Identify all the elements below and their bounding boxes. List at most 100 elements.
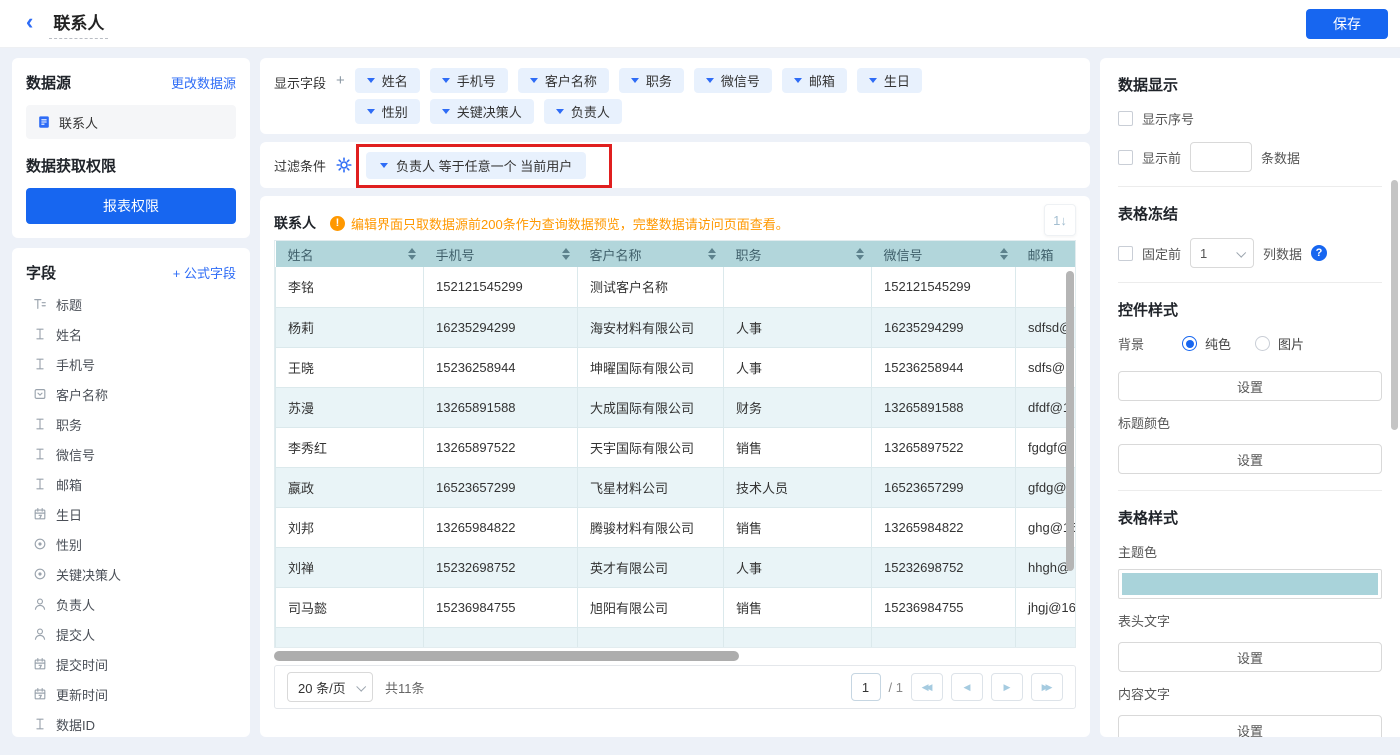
field-item[interactable]: 提交时间 bbox=[26, 649, 236, 679]
field-item[interactable]: 提交人 bbox=[26, 619, 236, 649]
table-cell: 海安材料有限公司 bbox=[578, 307, 724, 347]
back-icon[interactable]: ‹ bbox=[26, 11, 33, 33]
column-header[interactable]: 职务 bbox=[724, 241, 872, 267]
table-row[interactable]: 嬴政16523657299飞星材料公司技术人员16523657299gfdg@1 bbox=[276, 467, 1077, 507]
save-button[interactable]: 保存 bbox=[1306, 9, 1388, 39]
show-first-count-input[interactable] bbox=[1190, 142, 1252, 172]
formula-field-link[interactable]: + 公式字段 bbox=[173, 263, 236, 282]
freeze-checkbox[interactable] bbox=[1118, 246, 1133, 261]
add-display-field-icon[interactable]: + bbox=[336, 68, 345, 124]
display-field-tag[interactable]: 姓名 bbox=[355, 68, 420, 93]
text-icon bbox=[32, 477, 47, 492]
display-field-tag[interactable]: 微信号 bbox=[694, 68, 772, 93]
next-page-button[interactable]: ▶ bbox=[991, 673, 1023, 701]
change-datasource-link[interactable]: 更改数据源 bbox=[171, 73, 236, 92]
show-first-checkbox[interactable] bbox=[1118, 150, 1133, 165]
sort-arrows-icon[interactable] bbox=[1000, 248, 1008, 260]
table-cell bbox=[276, 627, 424, 648]
sort-arrows-icon[interactable] bbox=[562, 248, 570, 260]
table-cell: 15236984755 bbox=[424, 587, 578, 627]
page-number-input[interactable] bbox=[851, 673, 881, 701]
field-item[interactable]: 手机号 bbox=[26, 349, 236, 379]
table-row[interactable]: 王晓15236258944坤曜国际有限公司人事15236258944sdfs@1 bbox=[276, 347, 1077, 387]
column-header[interactable]: 手机号 bbox=[424, 241, 578, 267]
field-item[interactable]: 邮箱 bbox=[26, 469, 236, 499]
table-row[interactable]: 李秀红13265897522天宇国际有限公司销售13265897522fgdgf… bbox=[276, 427, 1077, 467]
sort-arrows-icon[interactable] bbox=[856, 248, 864, 260]
display-field-tag[interactable]: 负责人 bbox=[544, 99, 622, 124]
member-icon bbox=[32, 627, 47, 642]
table-cell: 152121545299 bbox=[872, 267, 1016, 307]
table-cell: 杨莉 bbox=[276, 307, 424, 347]
field-item[interactable]: 更新时间 bbox=[26, 679, 236, 709]
sort-arrows-icon[interactable] bbox=[408, 248, 416, 260]
column-header[interactable]: 客户名称 bbox=[578, 241, 724, 267]
vertical-scrollbar[interactable] bbox=[1066, 271, 1074, 571]
display-field-tag[interactable]: 客户名称 bbox=[518, 68, 609, 93]
warning-icon: ! bbox=[330, 216, 345, 231]
filter-condition-tag[interactable]: 负责人 等于任意一个 当前用户 bbox=[366, 152, 586, 179]
background-set-button[interactable]: 设置 bbox=[1118, 371, 1382, 401]
field-label: 提交人 bbox=[56, 625, 95, 644]
help-icon[interactable]: ? bbox=[1311, 245, 1327, 261]
column-header[interactable]: 姓名 bbox=[276, 241, 424, 267]
display-field-tag[interactable]: 性别 bbox=[355, 99, 420, 124]
image-radio[interactable] bbox=[1255, 336, 1270, 351]
horizontal-scrollbar-track bbox=[274, 651, 1076, 663]
table-cell: 司马懿 bbox=[276, 587, 424, 627]
solid-color-radio[interactable] bbox=[1182, 336, 1197, 351]
table-row[interactable]: 李铭152121545299测试客户名称152121545299 bbox=[276, 267, 1077, 307]
field-item[interactable]: 微信号 bbox=[26, 439, 236, 469]
column-header-label: 客户名称 bbox=[590, 245, 642, 264]
last-page-button[interactable]: ▶▶ bbox=[1031, 673, 1063, 701]
column-header[interactable]: 邮箱 bbox=[1016, 241, 1077, 267]
column-header[interactable]: 微信号 bbox=[872, 241, 1016, 267]
warning-message: ! 编辑界面只取数据源前200条作为查询数据预览，完整数据请访问页面查看。 bbox=[330, 214, 789, 233]
display-field-tag[interactable]: 职务 bbox=[619, 68, 684, 93]
panel-scrollbar[interactable] bbox=[1391, 180, 1398, 430]
table-row[interactable]: 刘禅15232698752英才有限公司人事15232698752hhgh@ bbox=[276, 547, 1077, 587]
display-field-tag[interactable]: 生日 bbox=[857, 68, 922, 93]
table-row[interactable]: 刘邦13265984822腾骏材料有限公司销售13265984822ghg@16 bbox=[276, 507, 1077, 547]
field-item[interactable]: 性别 bbox=[26, 529, 236, 559]
table-row[interactable]: 司马懿15236984755旭阳有限公司销售15236984755jhgj@16 bbox=[276, 587, 1077, 627]
field-item[interactable]: 负责人 bbox=[26, 589, 236, 619]
table-cell: 人事 bbox=[724, 547, 872, 587]
datasource-item[interactable]: 联系人 bbox=[26, 105, 236, 139]
field-item[interactable]: 职务 bbox=[26, 409, 236, 439]
data-display-title: 数据显示 bbox=[1118, 74, 1382, 95]
sort-arrows-icon[interactable] bbox=[708, 248, 716, 260]
chevron-down-icon bbox=[869, 78, 877, 87]
first-page-button[interactable]: ◀◀ bbox=[911, 673, 943, 701]
show-index-checkbox[interactable] bbox=[1118, 111, 1133, 126]
field-item[interactable]: 数据ID bbox=[26, 709, 236, 737]
field-item[interactable]: 生日 bbox=[26, 499, 236, 529]
title-color-set-button[interactable]: 设置 bbox=[1118, 444, 1382, 474]
horizontal-scrollbar[interactable] bbox=[274, 651, 739, 661]
fields-title: 字段 bbox=[26, 262, 56, 283]
display-field-tag[interactable]: 关键决策人 bbox=[430, 99, 534, 124]
theme-color-swatch[interactable] bbox=[1118, 569, 1382, 599]
page-title[interactable]: 联系人 bbox=[49, 9, 108, 39]
field-item[interactable]: 客户名称 bbox=[26, 379, 236, 409]
prev-page-button[interactable]: ◀ bbox=[951, 673, 983, 701]
table-row[interactable]: 苏漫13265891588大成国际有限公司财务13265891588dfdf@1 bbox=[276, 387, 1077, 427]
page-size-select[interactable]: 20 条/页 bbox=[287, 672, 373, 702]
field-item[interactable]: 标题 bbox=[26, 289, 236, 319]
table-row[interactable]: 杨莉16235294299海安材料有限公司人事16235294299sdfsd@ bbox=[276, 307, 1077, 347]
header-text-set-button[interactable]: 设置 bbox=[1118, 642, 1382, 672]
display-field-tag-label: 客户名称 bbox=[545, 71, 597, 90]
freeze-count-select[interactable]: 1 bbox=[1190, 238, 1254, 268]
field-label: 负责人 bbox=[56, 595, 95, 614]
content-text-set-button[interactable]: 设置 bbox=[1118, 715, 1382, 737]
display-field-tag[interactable]: 手机号 bbox=[430, 68, 508, 93]
field-item[interactable]: 姓名 bbox=[26, 319, 236, 349]
row-order-icon[interactable]: 1↓ bbox=[1044, 204, 1076, 236]
table-cell: 大成国际有限公司 bbox=[578, 387, 724, 427]
field-item[interactable]: 关键决策人 bbox=[26, 559, 236, 589]
gear-icon[interactable] bbox=[336, 157, 352, 173]
table-row[interactable] bbox=[276, 627, 1077, 648]
display-field-tag[interactable]: 邮箱 bbox=[782, 68, 847, 93]
field-label: 关键决策人 bbox=[56, 565, 121, 584]
report-permission-button[interactable]: 报表权限 bbox=[26, 188, 236, 224]
